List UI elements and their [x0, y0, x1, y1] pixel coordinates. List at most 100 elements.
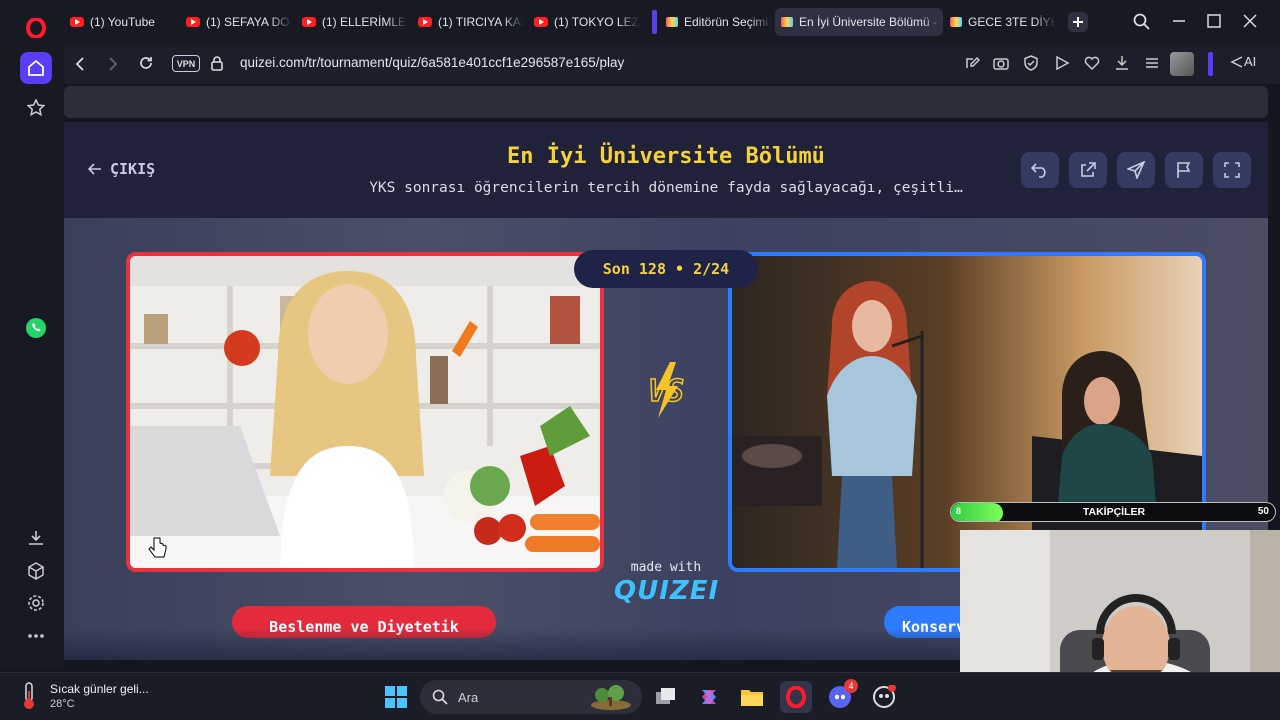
lock-icon[interactable]	[210, 55, 224, 71]
tab-gece-3te[interactable]: GECE 3TE DİYET	[944, 8, 1056, 36]
more-dots-icon	[28, 634, 44, 638]
file-explorer-button[interactable]	[736, 681, 768, 713]
hand-cursor-icon	[148, 537, 167, 558]
taskbar-search-box[interactable]: Ara	[420, 680, 642, 714]
heart-icon[interactable]	[1084, 55, 1100, 71]
aria-icon	[1230, 55, 1243, 68]
discord-notification-badge: 4	[844, 679, 858, 693]
fullscreen-icon	[1224, 162, 1240, 178]
tab-tirciya[interactable]: (1) TIRCIYA KASI	[412, 8, 524, 36]
sidebar-whatsapp-button[interactable]	[20, 312, 52, 344]
search-placeholder: Ara	[458, 689, 479, 705]
start-button[interactable]	[380, 681, 412, 713]
report-button[interactable]	[1165, 152, 1203, 188]
youtube-icon	[186, 17, 200, 27]
thermometer-icon	[24, 682, 34, 709]
followers-goal: 50	[1257, 506, 1269, 517]
minimize-window-icon[interactable]	[1171, 13, 1187, 29]
temperature: 28°C	[50, 698, 75, 710]
tab-youtube[interactable]: (1) YouTube	[64, 8, 176, 36]
tab-group-marker	[652, 10, 657, 34]
vs-emblem: VS	[634, 360, 698, 420]
dietitian-photo	[130, 256, 600, 568]
search-icon	[432, 689, 448, 705]
tab-ellerimle[interactable]: (1) ELLERİMLE Pİ	[296, 8, 408, 36]
copilot-button[interactable]	[693, 681, 725, 713]
sidebar-extensions-button[interactable]	[20, 555, 52, 587]
weather-widget[interactable]: Sıcak günler geli... 28°C	[18, 681, 149, 711]
reload-icon[interactable]	[138, 55, 154, 71]
play-icon[interactable]	[1054, 55, 1070, 71]
new-tab-button[interactable]	[1068, 12, 1088, 32]
opera-logo-icon	[26, 18, 46, 38]
sidebar-favorites-button[interactable]	[20, 92, 52, 124]
profile-avatar[interactable]	[1170, 52, 1194, 76]
weather-text: Sıcak günler geli...	[50, 682, 149, 696]
undo-button[interactable]	[1021, 152, 1059, 188]
share-button[interactable]	[1069, 152, 1107, 188]
send-button[interactable]	[1117, 152, 1155, 188]
easy-setup-icon[interactable]	[1144, 55, 1160, 71]
browser-sidebar	[0, 0, 64, 666]
app-icon	[873, 685, 896, 708]
whatsapp-icon	[26, 318, 46, 338]
youtube-icon	[418, 17, 432, 27]
left-option-card[interactable]	[126, 252, 604, 572]
app-taskbar-button[interactable]	[868, 681, 900, 713]
opera-menu-button[interactable]	[20, 12, 52, 44]
bookmarks-bar	[64, 86, 1268, 118]
maximize-window-icon[interactable]	[1206, 13, 1222, 29]
close-window-icon[interactable]	[1242, 13, 1258, 29]
camera-icon[interactable]	[993, 55, 1009, 71]
tab-editorun-secimi[interactable]: Editörün Seçimi	[660, 8, 772, 36]
plus-icon	[1073, 17, 1083, 27]
copilot-icon	[702, 690, 716, 704]
star-icon	[27, 99, 45, 117]
download-icon	[29, 531, 43, 545]
discord-taskbar-button[interactable]: 4	[824, 679, 858, 713]
tab-tokyo[interactable]: (1) TOKYO LEZZE	[528, 8, 640, 36]
made-with-label: made with	[630, 560, 702, 575]
fullscreen-button[interactable]	[1213, 152, 1251, 188]
shield-icon[interactable]	[1023, 55, 1039, 71]
back-arrow-icon[interactable]	[74, 56, 86, 72]
search-highlight-image	[591, 685, 631, 710]
search-tabs-icon[interactable]	[1133, 13, 1151, 31]
download-icon[interactable]	[1114, 55, 1130, 71]
aria-ai-button[interactable]: AI	[1230, 54, 1256, 69]
divider	[1208, 52, 1213, 76]
round-badge: Son 128 • 2/24	[574, 250, 758, 288]
task-view-icon	[656, 688, 675, 704]
opera-taskbar-button[interactable]	[780, 681, 812, 713]
browser-tab-bar: (1) YouTube (1) SEFAYA DOĞ (1) ELLERİMLE…	[0, 0, 1280, 44]
windows-taskbar: Sıcak günler geli... 28°C Ara 4	[0, 672, 1280, 720]
undo-icon	[1031, 163, 1046, 178]
address-toolbar: VPN quizei.com/tr/tournament/quiz/6a581e…	[64, 44, 1280, 84]
task-view-button[interactable]	[650, 681, 682, 713]
tab-en-iyi-universite[interactable]: En İyi Üniversite Bölümü -	[775, 8, 943, 36]
url-text[interactable]: quizei.com/tr/tournament/quiz/6a581e401c…	[240, 55, 624, 70]
cube-icon	[28, 562, 44, 580]
youtube-icon	[534, 17, 548, 27]
quizei-brand-logo: QUIZEI	[614, 576, 720, 606]
tab-sefaya-dog[interactable]: (1) SEFAYA DOĞ	[180, 8, 292, 36]
share-icon	[1081, 162, 1096, 177]
edit-page-icon[interactable]	[964, 55, 980, 71]
youtube-icon	[302, 17, 316, 27]
quiz-header: ÇIKIŞ En İyi Üniversite Bölümü YKS sonra…	[64, 122, 1268, 218]
followers-label: TAKİPÇİLER	[1082, 506, 1146, 518]
sidebar-downloads-button[interactable]	[20, 522, 52, 554]
right-option-card[interactable]	[728, 252, 1206, 572]
gear-icon	[28, 595, 44, 611]
home-icon	[28, 59, 44, 76]
sidebar-home-button[interactable]	[20, 52, 52, 84]
vpn-badge[interactable]: VPN	[172, 55, 200, 72]
followers-goal-widget: 8 TAKİPÇİLER 50	[950, 502, 1276, 522]
sidebar-settings-button[interactable]	[20, 587, 52, 619]
quizei-icon	[950, 17, 962, 27]
youtube-icon	[70, 17, 84, 27]
forward-arrow-icon[interactable]	[107, 56, 119, 72]
opera-logo-icon	[786, 686, 806, 708]
quizei-icon	[666, 17, 678, 27]
sidebar-more-button[interactable]	[20, 620, 52, 652]
